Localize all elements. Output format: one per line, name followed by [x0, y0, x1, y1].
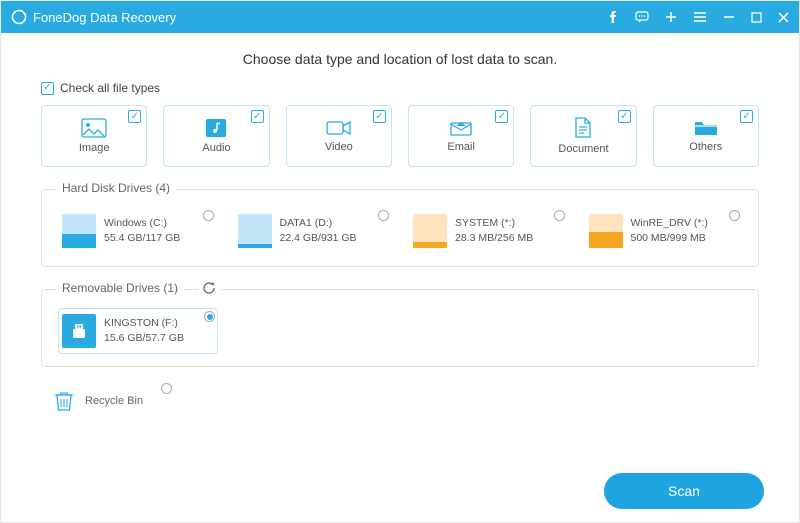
drive-size: 15.6 GB/57.7 GB: [104, 332, 184, 344]
drive-name: KINGSTON (F:): [104, 316, 184, 331]
removable-section-title: Removable Drives (1): [56, 281, 184, 295]
facebook-icon[interactable]: [607, 11, 619, 23]
video-icon: [326, 119, 352, 137]
filetype-others-checkbox[interactable]: ✓: [740, 110, 753, 123]
plus-icon[interactable]: [665, 11, 677, 23]
email-icon: [449, 119, 473, 137]
page-headline: Choose data type and location of lost da…: [41, 51, 759, 67]
drive-data1-d-radio[interactable]: [378, 210, 389, 221]
filetype-grid: ✓ Image ✓ Audio ✓ Video ✓ Email ✓ Docume…: [41, 105, 759, 167]
drive-size: 55.4 GB/117 GB: [104, 232, 180, 244]
drive-winre[interactable]: WinRE_DRV (*:)500 MB/999 MB: [585, 208, 743, 254]
drive-windows-c-radio[interactable]: [203, 210, 214, 221]
hdd-section: Hard Disk Drives (4) ⊞ Windows (C:)55.4 …: [41, 189, 759, 267]
drive-size: 500 MB/999 MB: [631, 232, 706, 244]
filetype-email[interactable]: ✓ Email: [408, 105, 514, 167]
drive-size: 22.4 GB/931 GB: [280, 232, 357, 244]
check-all-checkbox[interactable]: ✓: [41, 82, 54, 95]
usb-icon: [62, 314, 96, 348]
recycle-bin-option[interactable]: Recycle Bin: [53, 389, 759, 413]
titlebar-actions: [607, 10, 789, 24]
removable-section: Removable Drives (1) KINGSTON (F:)15.6 G…: [41, 289, 759, 367]
main-content: Choose data type and location of lost da…: [1, 33, 799, 423]
recycle-bin-radio[interactable]: [161, 383, 172, 394]
feedback-icon[interactable]: [635, 10, 649, 24]
image-icon: [81, 118, 107, 138]
filetype-email-label: Email: [447, 141, 475, 153]
check-all-label: Check all file types: [60, 81, 160, 95]
minimize-icon[interactable]: [723, 11, 735, 23]
drive-icon: [589, 214, 623, 248]
drive-name: Windows (C:): [104, 216, 180, 231]
filetype-image-label: Image: [79, 142, 110, 154]
drive-icon: [238, 214, 272, 248]
removable-list: KINGSTON (F:)15.6 GB/57.7 GB: [58, 308, 742, 354]
drive-windows-c[interactable]: ⊞ Windows (C:)55.4 GB/117 GB: [58, 208, 216, 254]
filetype-email-checkbox[interactable]: ✓: [495, 110, 508, 123]
filetype-image-checkbox[interactable]: ✓: [128, 110, 141, 123]
filetype-document-checkbox[interactable]: ✓: [618, 110, 631, 123]
hdd-section-title: Hard Disk Drives (4): [56, 181, 176, 195]
check-all-row[interactable]: ✓ Check all file types: [41, 81, 759, 95]
filetype-document[interactable]: ✓ Document: [530, 105, 636, 167]
drive-name: SYSTEM (*:): [455, 216, 533, 231]
drive-system[interactable]: SYSTEM (*:)28.3 MB/256 MB: [409, 208, 567, 254]
logo-icon: [11, 9, 27, 25]
filetype-audio-label: Audio: [202, 142, 230, 154]
titlebar: FoneDog Data Recovery: [1, 1, 799, 33]
filetype-image[interactable]: ✓ Image: [41, 105, 147, 167]
app-logo: FoneDog Data Recovery: [11, 9, 176, 25]
drive-name: DATA1 (D:): [280, 216, 357, 231]
folder-icon: [694, 119, 718, 137]
filetype-audio-checkbox[interactable]: ✓: [251, 110, 264, 123]
scan-button[interactable]: Scan: [604, 473, 764, 509]
maximize-icon[interactable]: [751, 12, 762, 23]
recycle-bin-label: Recycle Bin: [85, 395, 143, 407]
drive-system-radio[interactable]: [554, 210, 565, 221]
app-title: FoneDog Data Recovery: [33, 10, 176, 25]
hdd-list: ⊞ Windows (C:)55.4 GB/117 GB DATA1 (D:)2…: [58, 208, 742, 254]
audio-icon: [205, 118, 227, 138]
drive-data1-d[interactable]: DATA1 (D:)22.4 GB/931 GB: [234, 208, 392, 254]
filetype-video-label: Video: [325, 141, 353, 153]
drive-winre-radio[interactable]: [729, 210, 740, 221]
document-icon: [574, 117, 592, 139]
drive-kingston-f-radio[interactable]: [204, 311, 215, 322]
refresh-icon[interactable]: [198, 281, 220, 300]
drive-name: WinRE_DRV (*:): [631, 216, 708, 231]
filetype-document-label: Document: [558, 143, 608, 155]
drive-icon: [413, 214, 447, 248]
close-icon[interactable]: [778, 12, 789, 23]
filetype-others[interactable]: ✓ Others: [653, 105, 759, 167]
recycle-bin-icon: [53, 389, 75, 413]
filetype-video[interactable]: ✓ Video: [286, 105, 392, 167]
filetype-video-checkbox[interactable]: ✓: [373, 110, 386, 123]
drive-size: 28.3 MB/256 MB: [455, 232, 533, 244]
filetype-audio[interactable]: ✓ Audio: [163, 105, 269, 167]
drive-kingston-f[interactable]: KINGSTON (F:)15.6 GB/57.7 GB: [58, 308, 218, 354]
filetype-others-label: Others: [689, 141, 722, 153]
menu-icon[interactable]: [693, 11, 707, 23]
drive-icon: ⊞: [62, 214, 96, 248]
